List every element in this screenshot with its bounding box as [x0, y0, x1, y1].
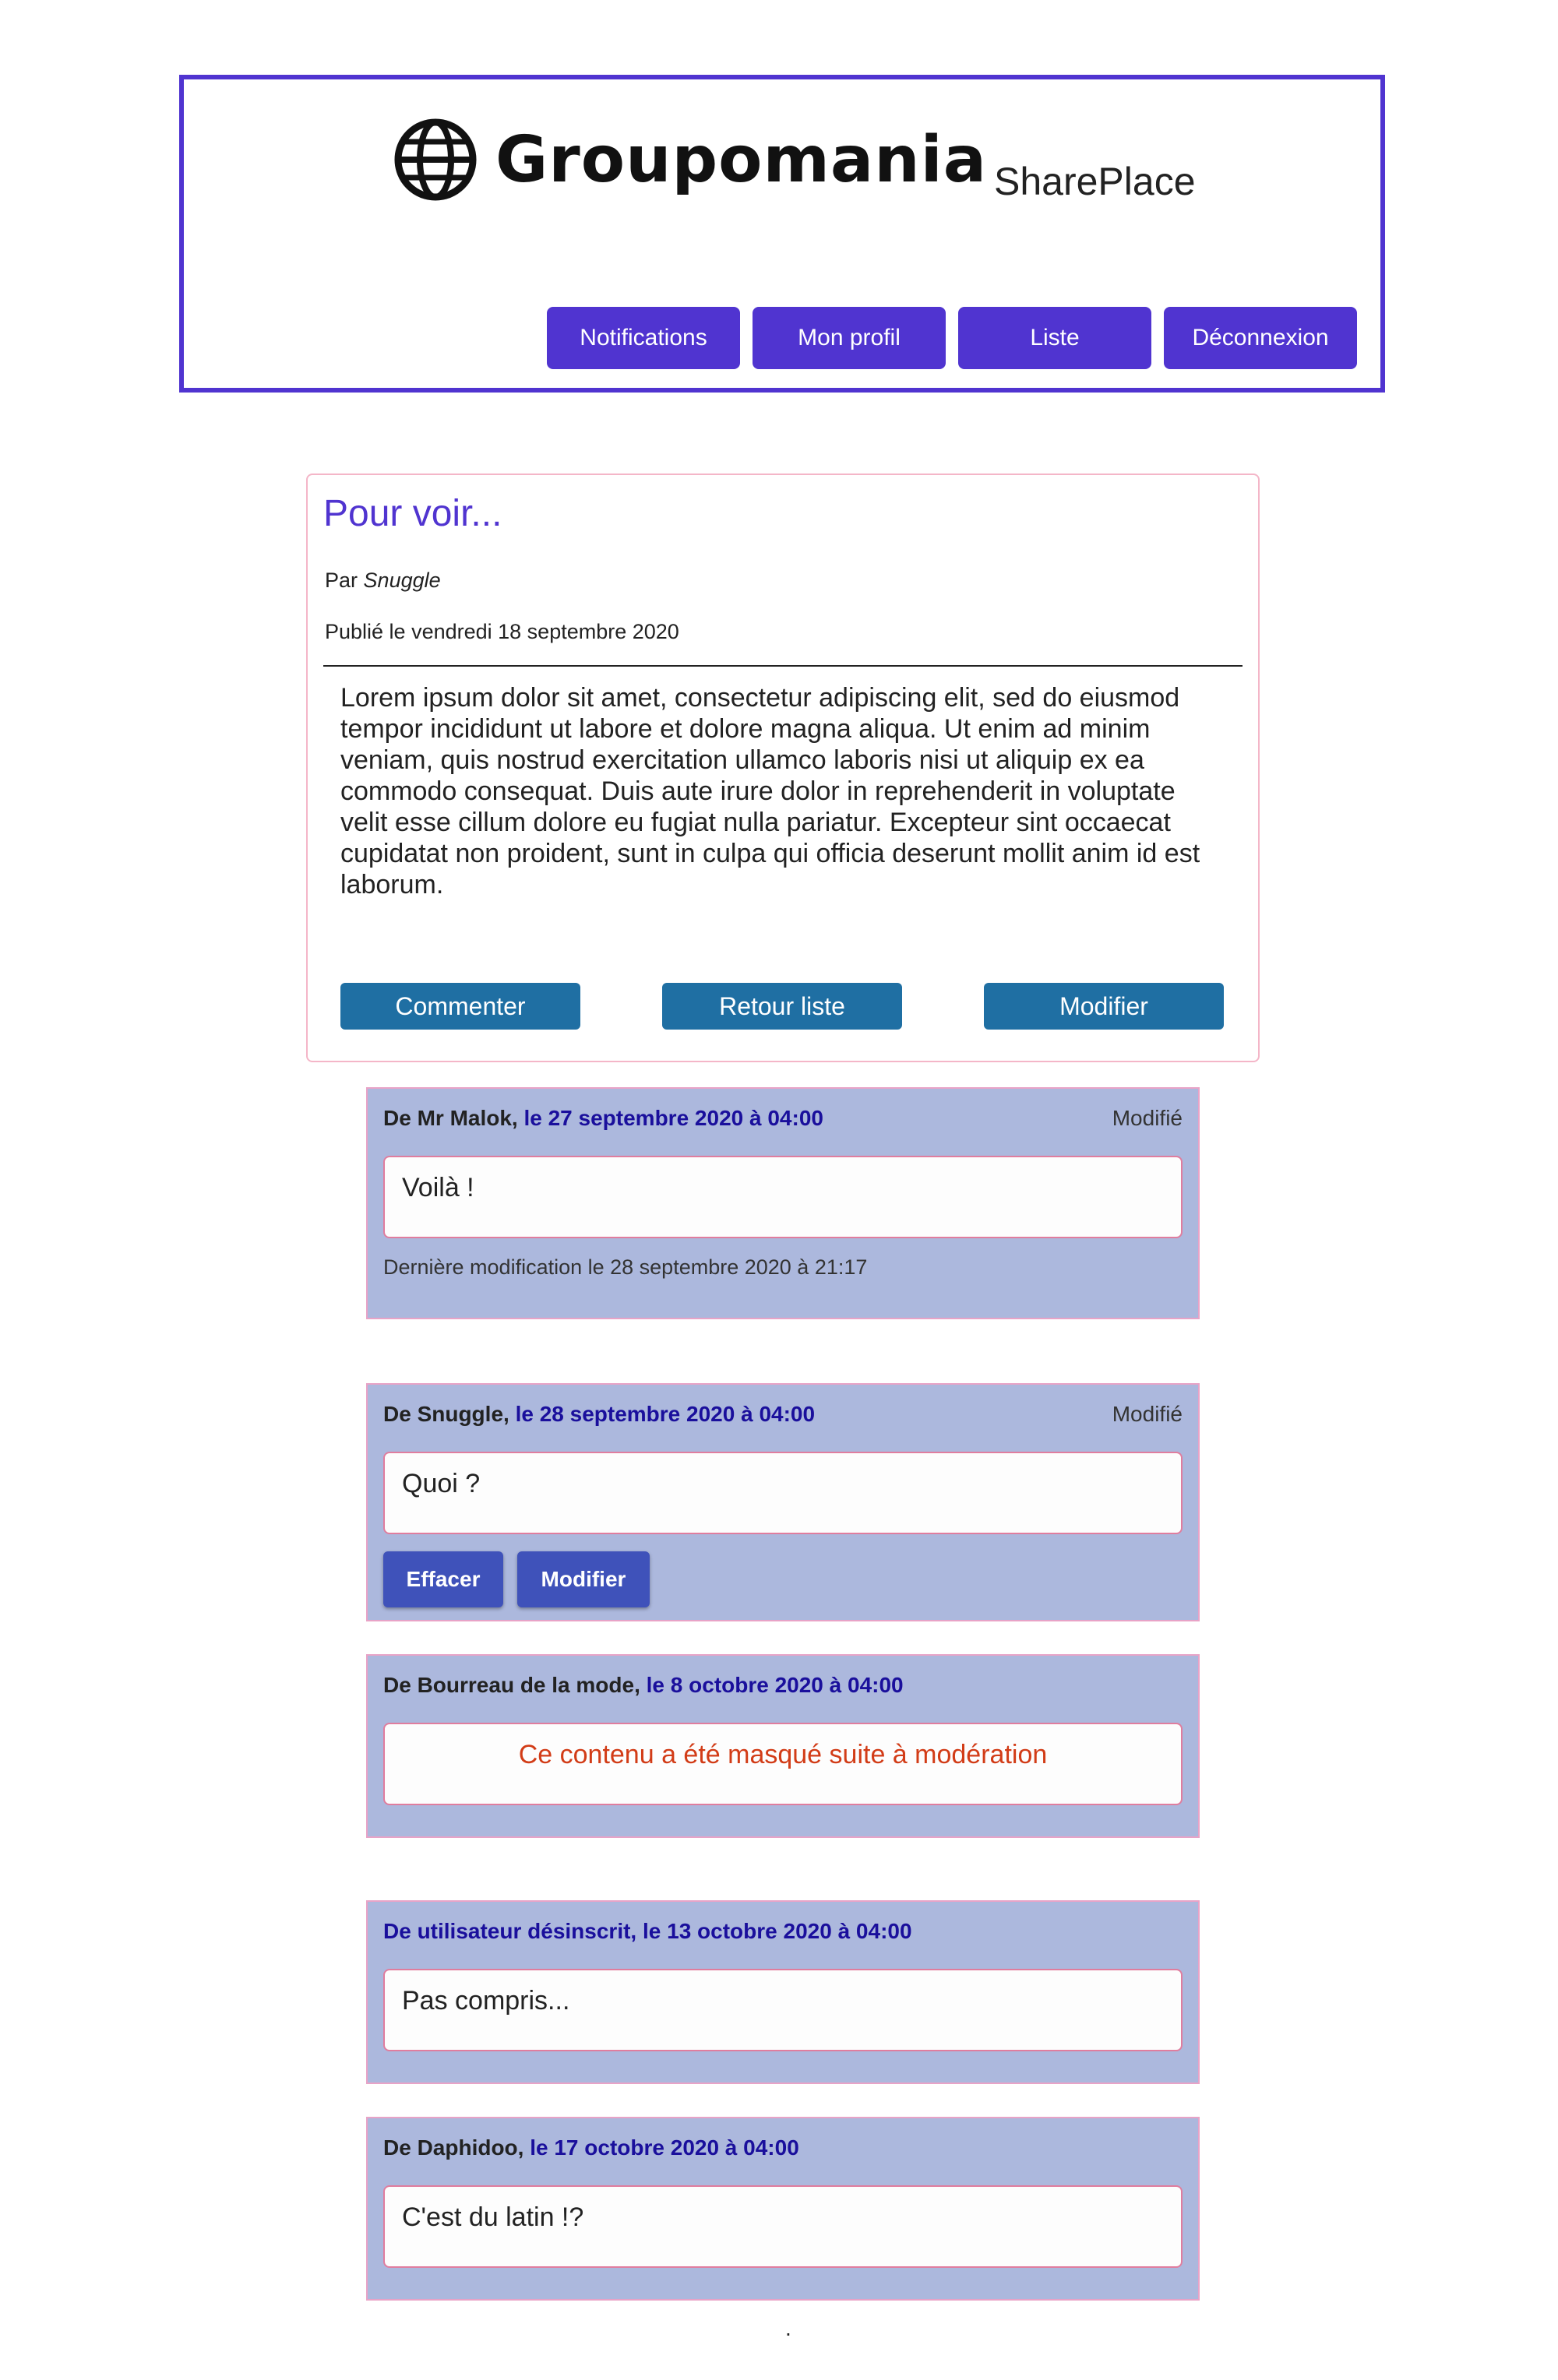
post-author-prefix: Par: [325, 569, 358, 592]
logo-text: Groupomania: [495, 122, 988, 197]
comment-date: le 17 octobre 2020 à 04:00: [523, 2135, 799, 2160]
globe-icon: [394, 118, 477, 201]
comment-author: De Snuggle,: [383, 1402, 509, 1426]
comment-header: De utilisateur désinscrit, le 13 octobre…: [383, 1919, 912, 1944]
comment-header: De Mr Malok, le 27 septembre 2020 à 04:0…: [383, 1106, 823, 1131]
comment-date: le 27 septembre 2020 à 04:00: [517, 1106, 823, 1130]
comment-card: De Bourreau de la mode, le 8 octobre 202…: [366, 1654, 1200, 1838]
moderated-comment-text: Ce contenu a été masqué suite à modérati…: [383, 1723, 1183, 1805]
edited-label: Modifié: [1112, 1402, 1183, 1426]
divider: [323, 665, 1243, 667]
main-nav: Notifications Mon profil Liste Déconnexi…: [547, 307, 1357, 369]
back-to-list-button[interactable]: Retour liste: [662, 983, 902, 1030]
comment-date: le 8 octobre 2020 à 04:00: [640, 1673, 904, 1697]
site-header: Groupomania SharePlace Notifications Mon…: [179, 75, 1385, 393]
app-name: SharePlace: [994, 160, 1196, 203]
comment-header: De Daphidoo, le 17 octobre 2020 à 04:00: [383, 2135, 799, 2160]
comment-card: De utilisateur désinscrit, le 13 octobre…: [366, 1900, 1200, 2084]
comment-text: Quoi ?: [383, 1452, 1183, 1534]
edited-label: Modifié: [1112, 1106, 1183, 1130]
logo[interactable]: Groupomania: [393, 117, 987, 202]
footer-dot: .: [785, 2316, 791, 2340]
comment-card: De Mr Malok, le 27 septembre 2020 à 04:0…: [366, 1087, 1200, 1319]
comment-author: De Daphidoo,: [383, 2135, 524, 2160]
last-modified-text: Dernière modification le 28 septembre 20…: [383, 1255, 868, 1279]
comment-author: De Mr Malok,: [383, 1106, 518, 1130]
edit-comment-button[interactable]: Modifier: [517, 1551, 650, 1607]
comment-text: Voilà !: [383, 1156, 1183, 1238]
comment-text: Pas compris...: [383, 1969, 1183, 2051]
comment-button[interactable]: Commenter: [340, 983, 580, 1030]
comment-header: De Bourreau de la mode, le 8 octobre 202…: [383, 1673, 904, 1698]
comment-card: De Snuggle, le 28 septembre 2020 à 04:00…: [366, 1383, 1200, 1621]
comment-author: De utilisateur désinscrit,: [383, 1919, 637, 1943]
comment-author: De Bourreau de la mode,: [383, 1673, 640, 1697]
post-title: Pour voir...: [323, 493, 502, 534]
comment-date: le 13 octobre 2020 à 04:00: [636, 1919, 912, 1943]
post-author-name: Snuggle: [363, 569, 441, 592]
comment-date: le 28 septembre 2020 à 04:00: [509, 1402, 816, 1426]
notifications-button[interactable]: Notifications: [547, 307, 740, 369]
comment-text: C'est du latin !?: [383, 2185, 1183, 2268]
logout-button[interactable]: Déconnexion: [1164, 307, 1357, 369]
delete-comment-button[interactable]: Effacer: [383, 1551, 503, 1607]
list-button[interactable]: Liste: [958, 307, 1151, 369]
comment-header: De Snuggle, le 28 septembre 2020 à 04:00: [383, 1402, 815, 1427]
edit-post-button[interactable]: Modifier: [984, 983, 1224, 1030]
post-author-line: Par Snuggle: [325, 569, 441, 593]
post-body: Lorem ipsum dolor sit amet, consectetur …: [340, 683, 1200, 900]
comment-card: De Daphidoo, le 17 octobre 2020 à 04:00 …: [366, 2117, 1200, 2301]
my-profile-button[interactable]: Mon profil: [753, 307, 946, 369]
post-card: Pour voir... Par Snuggle Publié le vendr…: [306, 474, 1260, 1062]
post-date: Publié le vendredi 18 septembre 2020: [325, 620, 679, 643]
